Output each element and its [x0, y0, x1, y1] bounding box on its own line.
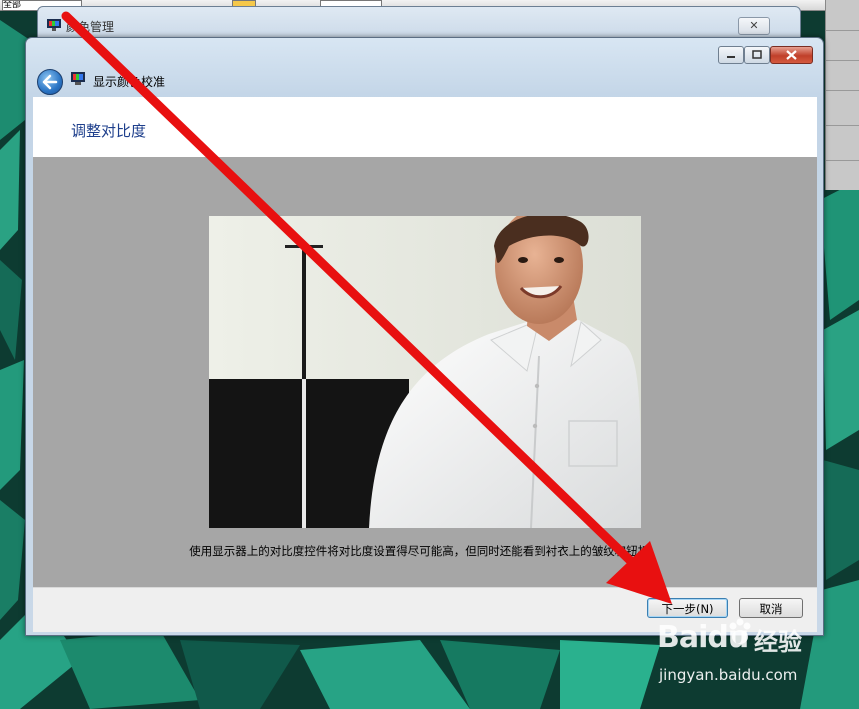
filter-combo-label: 全部	[3, 0, 22, 10]
background-side-panel	[825, 0, 859, 190]
contrast-reference-image	[209, 216, 641, 528]
maximize-icon	[752, 50, 762, 59]
header-panel: 调整对比度	[33, 97, 817, 157]
close-icon: ✕	[749, 19, 759, 32]
maximize-button[interactable]	[744, 46, 770, 64]
button-bar: 下一步(N) 取消	[33, 587, 817, 632]
window-nav-title: 显示颜色校准	[93, 75, 166, 89]
next-button[interactable]: 下一步(N)	[647, 598, 728, 618]
color-management-title: 颜色管理	[66, 20, 115, 34]
minimize-icon	[727, 56, 735, 58]
cancel-button[interactable]: 取消	[739, 598, 803, 618]
page-title: 调整对比度	[71, 122, 147, 140]
instruction-text: 使用显示器上的对比度控件将对比度设置得尽可能高，但同时还能看到衬衣上的皱纹和钮扣…	[189, 544, 661, 558]
close-button[interactable]	[770, 46, 813, 64]
display-calibration-icon	[71, 72, 85, 85]
back-window-close-button[interactable]: ✕	[738, 17, 770, 35]
back-arrow-icon	[42, 74, 58, 90]
calibration-panel: 使用显示器上的对比度控件将对比度设置得尽可能高，但同时还能看到衬衣上的皱纹和钮扣…	[33, 157, 817, 587]
minimize-button[interactable]	[718, 46, 744, 64]
color-management-icon	[47, 19, 61, 31]
display-calibration-window: 显示颜色校准 调整对比度 使用显示器上的对比度控件将对比度设置得尽可能高，但同时…	[25, 37, 824, 636]
close-icon	[786, 50, 797, 60]
back-button[interactable]	[37, 69, 63, 95]
